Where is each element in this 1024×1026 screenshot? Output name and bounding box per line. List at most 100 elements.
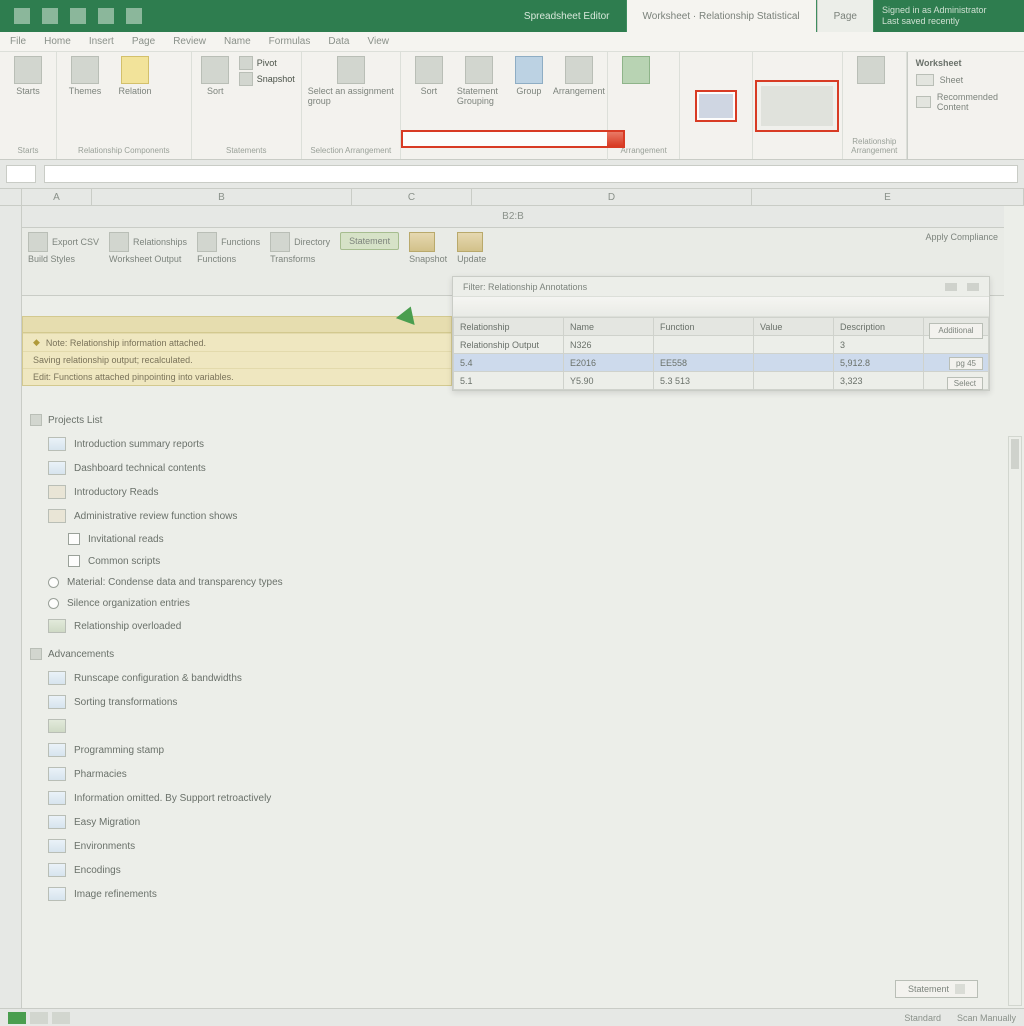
panel-max-icon[interactable] xyxy=(967,283,979,291)
checkbox-icon[interactable] xyxy=(68,533,80,545)
tree-item[interactable]: Encodings xyxy=(48,858,468,882)
ribbon-tab-home[interactable]: Home xyxy=(44,36,71,47)
rbtn-stmt-group[interactable]: Statement Grouping xyxy=(457,86,501,106)
search-dropdown-icon[interactable] xyxy=(607,132,623,146)
qat-save-icon[interactable] xyxy=(14,8,30,24)
radio-icon[interactable] xyxy=(48,598,59,609)
tree-radio-item[interactable]: Material: Condense data and transparency… xyxy=(48,572,468,593)
rbtn-sort[interactable]: Sort xyxy=(207,86,224,96)
row-gutter[interactable] xyxy=(0,206,22,1026)
col-c[interactable]: C xyxy=(352,189,472,205)
tree-item[interactable]: Easy Migration xyxy=(48,810,468,834)
rbtn-arrangement[interactable]: Arrangement xyxy=(553,86,605,96)
radio-icon[interactable] xyxy=(48,577,59,588)
highlighted-thumb-small[interactable] xyxy=(695,90,737,122)
ribbon-tab-view[interactable]: View xyxy=(367,36,389,47)
rbtn-group[interactable]: Group xyxy=(516,86,541,96)
side-pane-item-2[interactable]: Recommended Content xyxy=(916,92,1016,112)
qat-undo-icon[interactable] xyxy=(42,8,58,24)
inner-relationships[interactable]: Relationships xyxy=(133,237,187,247)
qat-cursor-icon[interactable] xyxy=(126,8,142,24)
rel-icon[interactable] xyxy=(109,232,129,252)
tree-item[interactable]: Programming stamp xyxy=(48,738,468,762)
account-info[interactable]: Signed in as Administrator Last saved re… xyxy=(874,1,1024,31)
grid-icon[interactable] xyxy=(28,232,48,252)
highlighted-thumb-large[interactable] xyxy=(755,80,839,132)
tree-item[interactable]: Introduction summary reports xyxy=(48,432,468,456)
inner-apply[interactable]: Apply Compliance xyxy=(925,232,998,242)
fn-icon[interactable] xyxy=(197,232,217,252)
checkbox-icon[interactable] xyxy=(68,555,80,567)
highlighted-search-box[interactable] xyxy=(401,130,625,148)
th-2[interactable]: Function xyxy=(654,318,754,336)
scrollbar-thumb[interactable] xyxy=(1011,439,1019,469)
formula-bar[interactable] xyxy=(44,165,1018,183)
footer-statement-button[interactable]: Statement xyxy=(895,980,978,998)
rbtn-relation[interactable]: Relation xyxy=(118,86,151,96)
ribbon-tab-file[interactable]: File xyxy=(10,36,26,47)
tree-item[interactable]: Image refinements xyxy=(48,882,468,906)
title-tab-1[interactable]: Spreadsheet Editor xyxy=(508,0,627,32)
ribbon-tab-formulas[interactable]: Formulas xyxy=(269,36,311,47)
table-row[interactable]: Relationship OutputN3263 xyxy=(454,336,989,354)
title-tab-3[interactable]: Page xyxy=(817,0,874,32)
qat-brush-icon[interactable] xyxy=(98,8,114,24)
tree-category-advance[interactable]: Advancements xyxy=(30,648,468,660)
tree-category-projects[interactable]: Projects List xyxy=(30,414,468,426)
th-4[interactable]: Description xyxy=(834,318,924,336)
panel-min-icon[interactable] xyxy=(945,283,957,291)
dir-icon[interactable] xyxy=(270,232,290,252)
tree-item[interactable]: Sorting transformations xyxy=(48,690,468,714)
rbtn-select[interactable]: Sort xyxy=(421,86,438,96)
rbtn-themes[interactable]: Themes xyxy=(69,86,102,96)
tree-check-item[interactable]: Common scripts xyxy=(68,550,468,572)
tree-item[interactable]: Runscape configuration & bandwidths xyxy=(48,666,468,690)
table-row[interactable]: 5.1Y5.905.3 5133,323 xyxy=(454,372,989,390)
tree-radio-item[interactable]: Silence organization entries xyxy=(48,593,468,614)
sheet-tab-2[interactable] xyxy=(30,1012,48,1024)
statement-button[interactable]: Statement xyxy=(340,232,399,250)
panel-pill-2[interactable]: Select xyxy=(947,377,983,390)
panel-pill-1[interactable]: pg 45 xyxy=(949,357,983,370)
qat-redo-icon[interactable] xyxy=(70,8,86,24)
th-0[interactable]: Relationship xyxy=(454,318,564,336)
panel-additional-button[interactable]: Additional xyxy=(929,323,983,339)
snapshot-thumb-icon[interactable] xyxy=(409,232,435,252)
update-thumb-icon[interactable] xyxy=(457,232,483,252)
col-b[interactable]: B xyxy=(92,189,352,205)
sheet-tab-add[interactable] xyxy=(52,1012,70,1024)
rbtn-starts[interactable]: Starts xyxy=(16,86,40,96)
ribbon-tab-page[interactable]: Page xyxy=(132,36,155,47)
ribbon-tab-name[interactable]: Name xyxy=(224,36,251,47)
inner-update[interactable]: Update xyxy=(457,254,486,264)
ribbon-tab-insert[interactable]: Insert xyxy=(89,36,114,47)
table-row[interactable]: 5.4E2016EE5585,912.8 xyxy=(454,354,989,372)
inner-snapshot[interactable]: Snapshot xyxy=(409,254,447,264)
inner-export[interactable]: Export CSV xyxy=(52,237,99,247)
inner-directory[interactable]: Directory xyxy=(294,237,330,247)
th-3[interactable]: Value xyxy=(754,318,834,336)
sheet-tabs[interactable] xyxy=(8,1012,70,1024)
th-1[interactable]: Name xyxy=(564,318,654,336)
side-pane-item-1[interactable]: Sheet xyxy=(916,74,1016,86)
tree-check-item[interactable]: Invitational reads xyxy=(68,528,468,550)
tree-item[interactable] xyxy=(48,714,468,738)
col-a[interactable]: A xyxy=(22,189,92,205)
ribbon-tab-review[interactable]: Review xyxy=(173,36,206,47)
sheet-tab-1[interactable] xyxy=(8,1012,26,1024)
tree-item[interactable]: Environments xyxy=(48,834,468,858)
col-e[interactable]: E xyxy=(752,189,1024,205)
tree-item[interactable]: Relationship overloaded xyxy=(48,614,468,638)
tree-item[interactable]: Administrative review function shows xyxy=(48,504,468,528)
tree-item[interactable]: Information omitted. By Support retroact… xyxy=(48,786,468,810)
rbtn-pivot-stack[interactable]: Pivot Snapshot xyxy=(239,56,295,86)
name-box[interactable] xyxy=(6,165,36,183)
inner-functions[interactable]: Functions xyxy=(221,237,260,247)
tree-item[interactable]: Introductory Reads xyxy=(48,480,468,504)
ribbon-tab-data[interactable]: Data xyxy=(328,36,349,47)
title-tab-2[interactable]: Worksheet · Relationship Statistical xyxy=(627,0,817,32)
tree-item[interactable]: Pharmacies xyxy=(48,762,468,786)
col-d[interactable]: D xyxy=(472,189,752,205)
vertical-scrollbar[interactable] xyxy=(1008,436,1022,1006)
col-all[interactable] xyxy=(0,189,22,205)
